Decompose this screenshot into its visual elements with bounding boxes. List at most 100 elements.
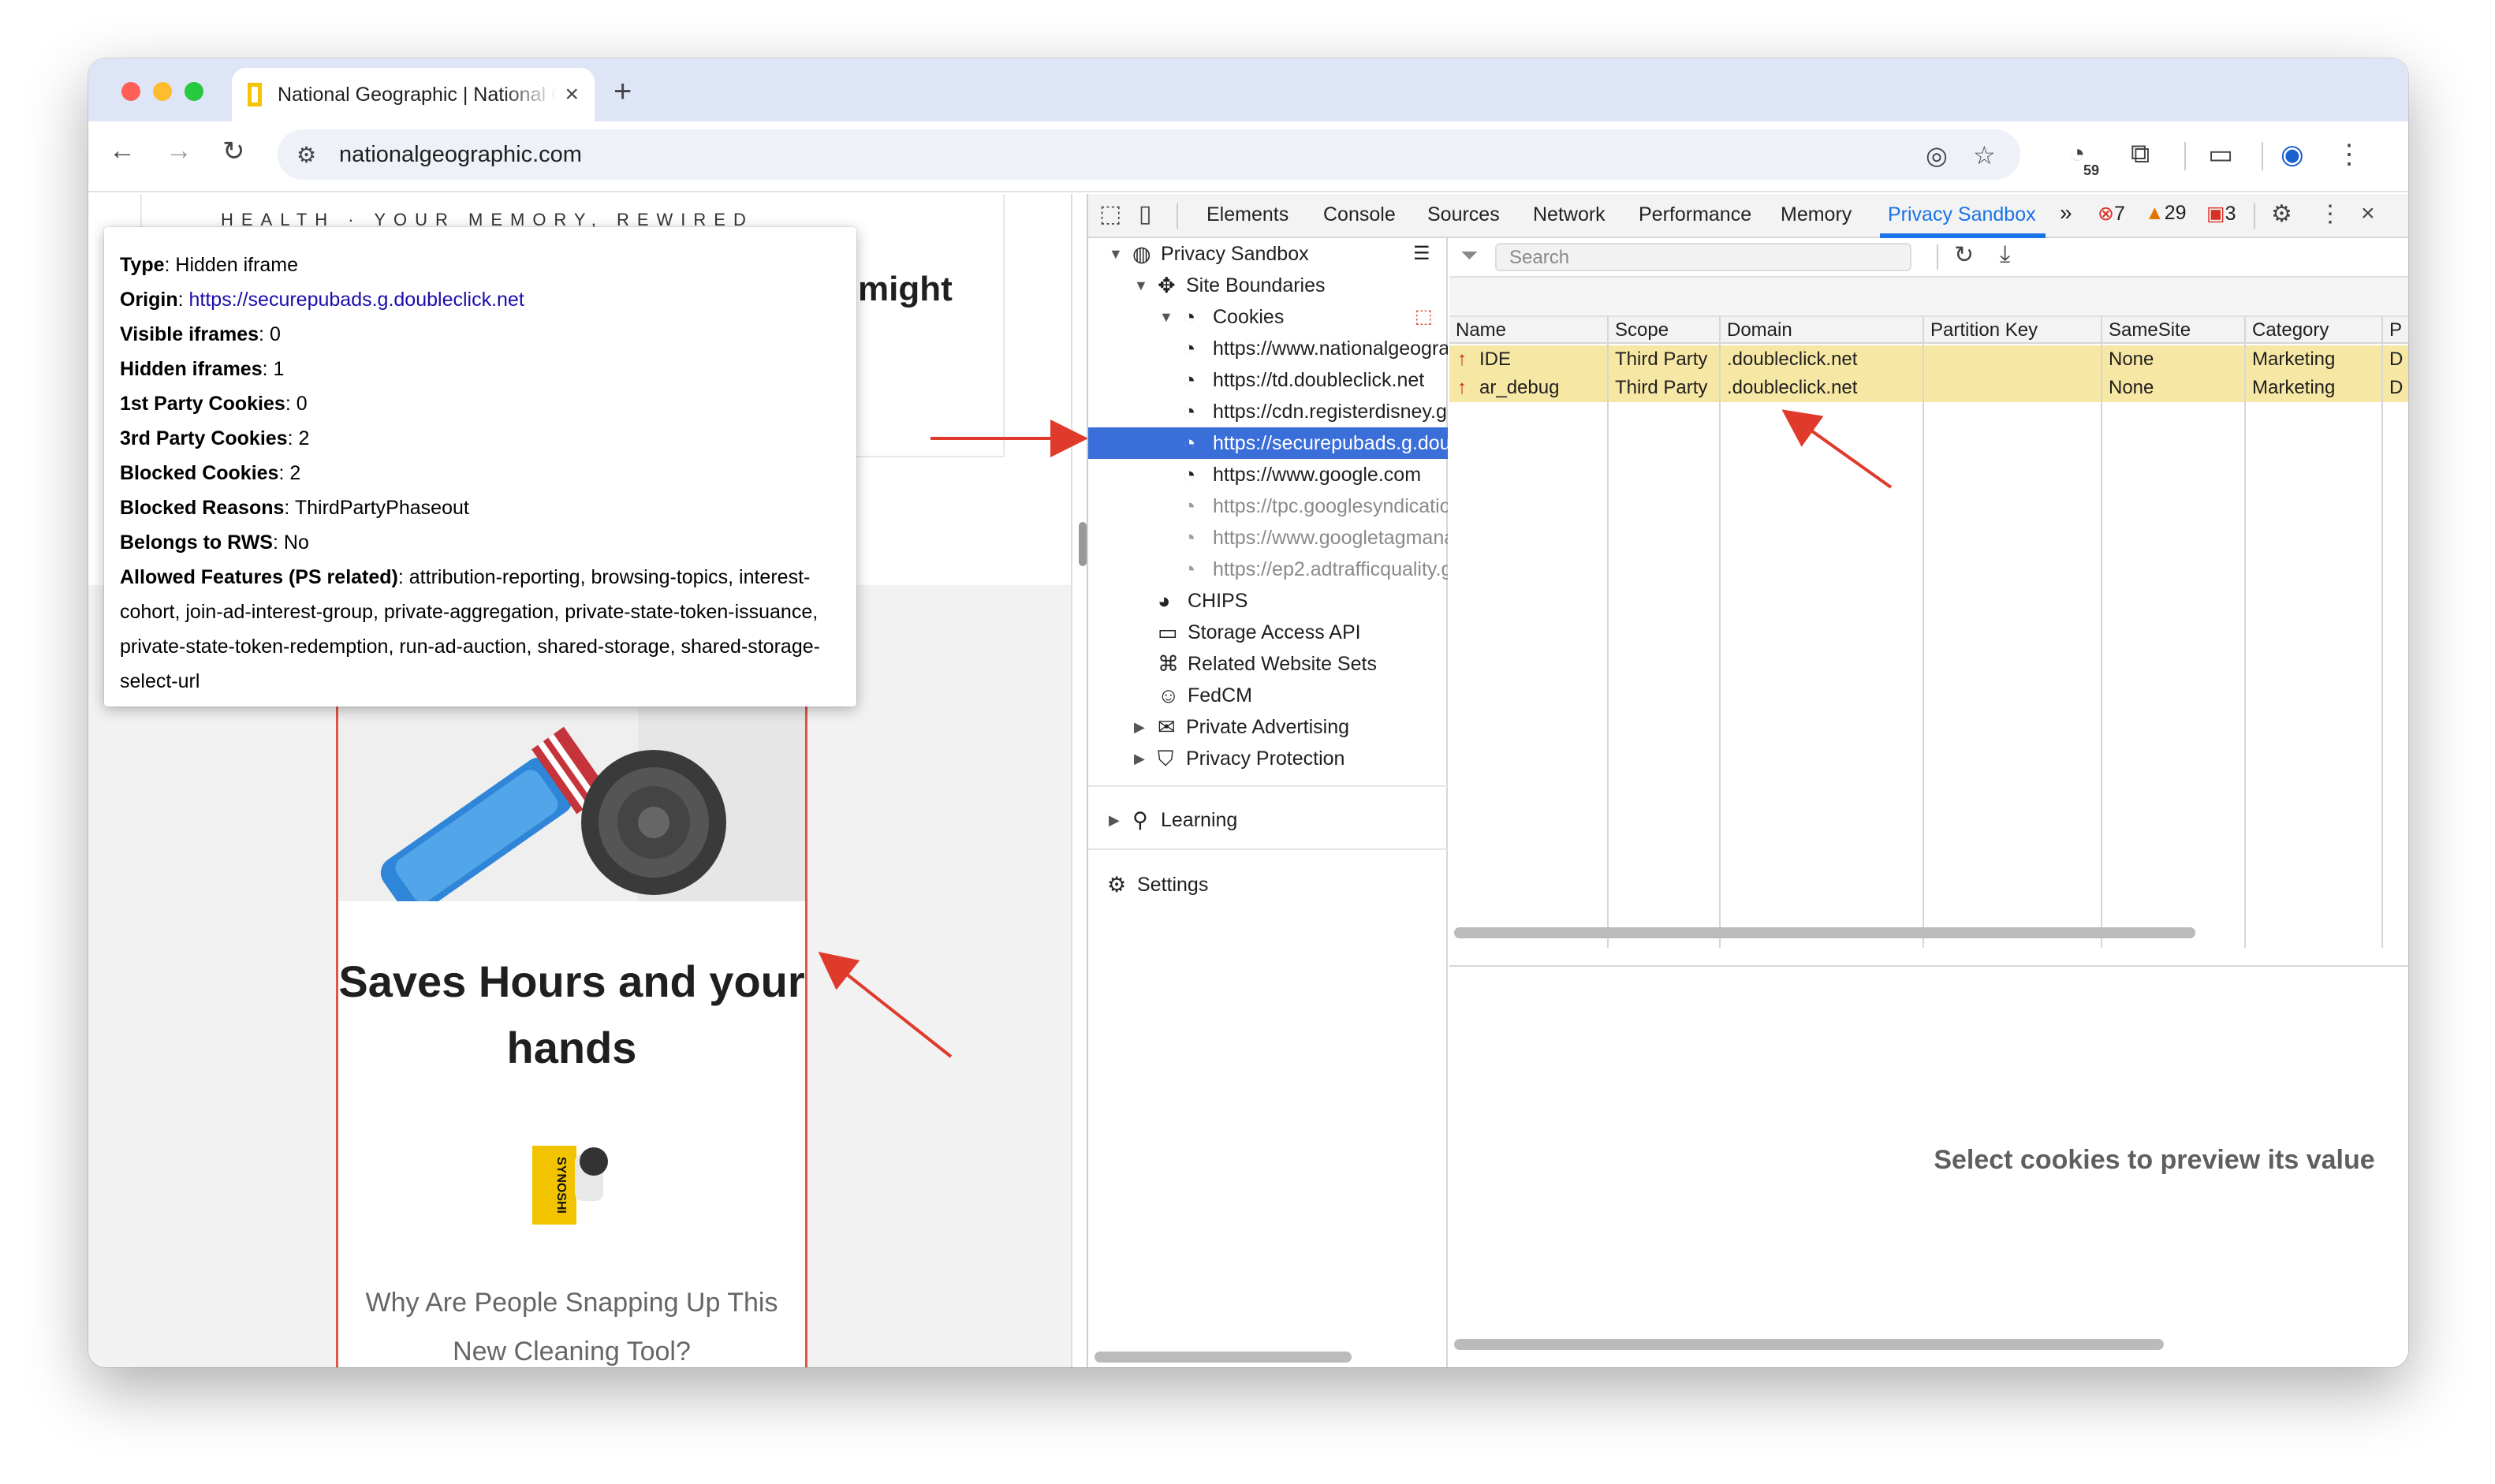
- hidden-iframe-ad[interactable]: Saves Hours and your hands SYNOSHI Why A…: [336, 702, 807, 1367]
- column-divider[interactable]: [1923, 317, 1924, 948]
- origin-link[interactable]: https://securepubads.g.doubleclick.net: [189, 289, 524, 311]
- eye-off-icon[interactable]: ◎: [1926, 140, 1948, 170]
- expanded-arrow-icon[interactable]: ▼: [1159, 301, 1173, 333]
- column-header-scope[interactable]: Scope: [1609, 317, 1721, 344]
- menu-kebab-icon[interactable]: ⋮: [2336, 139, 2363, 170]
- address-bar[interactable]: ⚙ nationalgeographic.com ◎ ☆: [278, 129, 2020, 180]
- collapsed-arrow-icon[interactable]: ▶: [1134, 711, 1145, 743]
- tree-item-privacy-protection[interactable]: ▶ ⛉ Privacy Protection: [1088, 743, 1448, 774]
- tab-sources[interactable]: Sources: [1427, 203, 1500, 226]
- error-count-badge[interactable]: ⊗ 7: [2098, 202, 2125, 226]
- cookie-search-input[interactable]: Search: [1495, 243, 1911, 271]
- ad-question[interactable]: Why Are People Snapping Up This New Clea…: [338, 1278, 805, 1367]
- collapsed-arrow-icon[interactable]: ▶: [1109, 804, 1120, 836]
- toolbar-divider: [2184, 142, 2186, 170]
- tree-item-cookie-origin[interactable]: ◔ https://td.doubleclick.net: [1088, 364, 1448, 396]
- close-devtools-icon[interactable]: ×: [2361, 200, 2375, 227]
- tab-performance[interactable]: Performance: [1639, 203, 1751, 226]
- new-tab-button[interactable]: +: [613, 74, 632, 110]
- cookie-icon: ◔: [1183, 305, 1196, 329]
- devtools-menu-icon[interactable]: ⋮: [2318, 200, 2342, 228]
- table-row[interactable]: ↑ ar_debug Third Party .doubleclick.net …: [1449, 374, 2408, 402]
- column-divider[interactable]: [2381, 317, 2383, 948]
- content-area: HEALTH · YOUR MEMORY, REWIRED might Save…: [88, 194, 2408, 1367]
- tree-item-storage-access[interactable]: ▭ Storage Access API: [1088, 617, 1448, 648]
- tree-item-settings[interactable]: ⚙ Settings: [1088, 869, 1448, 900]
- tab-console[interactable]: Console: [1323, 203, 1396, 226]
- table-horizontal-scrollbar[interactable]: [1454, 927, 2195, 938]
- tree-item-learning[interactable]: ▶ ⚲ Learning: [1088, 804, 1448, 836]
- collapsed-arrow-icon[interactable]: ▶: [1134, 743, 1145, 774]
- tree-item-site-boundaries[interactable]: ▼ ✥ Site Boundaries: [1088, 270, 1448, 301]
- tree-item-cookie-origin[interactable]: ◔ https://ep2.adtrafficquality.google: [1088, 554, 1448, 585]
- article-heading-fragment: might: [858, 270, 953, 308]
- collapse-sidebar-icon[interactable]: ☰: [1413, 238, 1430, 270]
- splitter-grip[interactable]: [1079, 522, 1087, 566]
- tree-item-cookie-origin[interactable]: ◔ https://tpc.googlesyndication.com: [1088, 490, 1448, 522]
- issue-count-badge[interactable]: ▣ 3: [2206, 202, 2236, 226]
- device-toolbar-icon[interactable]: ▯: [1139, 200, 1152, 228]
- tab-network[interactable]: Network: [1533, 203, 1606, 226]
- tab-privacy-sandbox[interactable]: Privacy Sandbox: [1888, 203, 2036, 226]
- filter-funnel-icon[interactable]: ⏷: [1460, 243, 1478, 269]
- tab-close-icon[interactable]: ×: [565, 81, 579, 108]
- column-divider[interactable]: [2101, 317, 2102, 948]
- column-divider[interactable]: [1607, 317, 1609, 948]
- tree-item-related-website-sets[interactable]: ⌘ Related Website Sets: [1088, 648, 1448, 680]
- settings-gear-icon[interactable]: ⚙: [2271, 200, 2292, 228]
- puzzle-icon[interactable]: ⧉: [2131, 139, 2150, 170]
- table-row[interactable]: ↑ IDE Third Party .doubleclick.net None …: [1449, 345, 2408, 374]
- cell-category: Marketing: [2252, 349, 2336, 370]
- expanded-arrow-icon[interactable]: ▼: [1109, 238, 1123, 270]
- tab-memory[interactable]: Memory: [1781, 203, 1852, 226]
- tooltip-row-blocked-reasons: Blocked Reasons: ThirdPartyPhaseout: [120, 497, 469, 519]
- tree-item-privacy-sandbox[interactable]: ▼ ◍ Privacy Sandbox ☰: [1088, 238, 1448, 270]
- tooltip-row-blocked-cookies: Blocked Cookies: 2: [120, 462, 301, 484]
- more-tabs-chevron-icon[interactable]: »: [2060, 200, 2072, 226]
- tree-item-cookies[interactable]: ▼ ◔ Cookies ⬚: [1088, 301, 1448, 333]
- tree-item-cookie-origin[interactable]: ◔ https://www.googletagmanager.com: [1088, 522, 1448, 554]
- refresh-icon[interactable]: ↻: [1954, 241, 1974, 269]
- cell-p: D: [2389, 349, 2404, 370]
- cookie-icon: ◔: [1183, 557, 1196, 581]
- column-header-name[interactable]: Name: [1449, 317, 1609, 344]
- column-header-p[interactable]: P: [2383, 317, 2408, 344]
- column-header-partition-key[interactable]: Partition Key: [1924, 317, 2102, 344]
- column-header-samesite[interactable]: SameSite: [2102, 317, 2246, 344]
- download-icon[interactable]: ⤓: [2000, 241, 2010, 268]
- column-header-domain[interactable]: Domain: [1721, 317, 1924, 344]
- site-info-icon[interactable]: ⚙: [296, 142, 323, 168]
- tree-item-cookie-origin[interactable]: ◔ https://cdn.registerdisney.go.com: [1088, 396, 1448, 427]
- tree-item-cookie-origin[interactable]: ◔ https://www.google.com: [1088, 459, 1448, 490]
- warning-count-badge[interactable]: ▲ 29: [2145, 202, 2187, 225]
- column-divider[interactable]: [1719, 317, 1721, 948]
- back-icon[interactable]: ←: [109, 136, 136, 166]
- bookmark-star-icon[interactable]: ☆: [1973, 140, 1996, 170]
- browser-toolbar: ← → ↻ ⚙ nationalgeographic.com ◎ ☆ ◔ 59 …: [88, 121, 2408, 192]
- tree-item-fedcm[interactable]: ☺ FedCM: [1088, 680, 1448, 711]
- tree-item-cookie-origin[interactable]: ◔ https://www.nationalgeographic.com: [1088, 333, 1448, 364]
- tab-search-icon[interactable]: ▭: [2208, 139, 2233, 170]
- forward-icon[interactable]: →: [166, 136, 192, 166]
- column-header-category[interactable]: Category: [2246, 317, 2383, 344]
- tooltip-row-belongs-rws: Belongs to RWS: No: [120, 531, 309, 554]
- tree-item-chips[interactable]: ◕ CHIPS: [1088, 585, 1448, 617]
- expanded-arrow-icon[interactable]: ▼: [1134, 270, 1148, 301]
- tooltip-row-hidden-iframes: Hidden iframes: 1: [120, 358, 285, 380]
- inspect-element-icon[interactable]: ⬚: [1099, 200, 1121, 228]
- clear-cookies-icon[interactable]: ⬚: [1415, 301, 1433, 333]
- address-url[interactable]: nationalgeographic.com: [339, 142, 582, 168]
- browser-tab[interactable]: National Geographic | National Geographi…: [232, 68, 595, 121]
- close-window-button[interactable]: [121, 82, 140, 101]
- tree-item-cookie-origin-selected[interactable]: ◔ https://securepubads.g.doubleclick.net: [1088, 427, 1448, 459]
- profile-icon[interactable]: ◉: [2281, 139, 2304, 170]
- tree-item-private-advertising[interactable]: ▶ ✉ Private Advertising: [1088, 711, 1448, 743]
- zoom-window-button[interactable]: [185, 82, 203, 101]
- tab-elements[interactable]: Elements: [1206, 203, 1289, 226]
- minimize-window-button[interactable]: [153, 82, 172, 101]
- reload-icon[interactable]: ↻: [222, 136, 245, 167]
- folder-icon: ▭: [1158, 621, 1178, 644]
- column-divider[interactable]: [2244, 317, 2246, 948]
- sidebar-horizontal-scrollbar[interactable]: [1095, 1352, 1352, 1363]
- preview-horizontal-scrollbar[interactable]: [1454, 1339, 2164, 1350]
